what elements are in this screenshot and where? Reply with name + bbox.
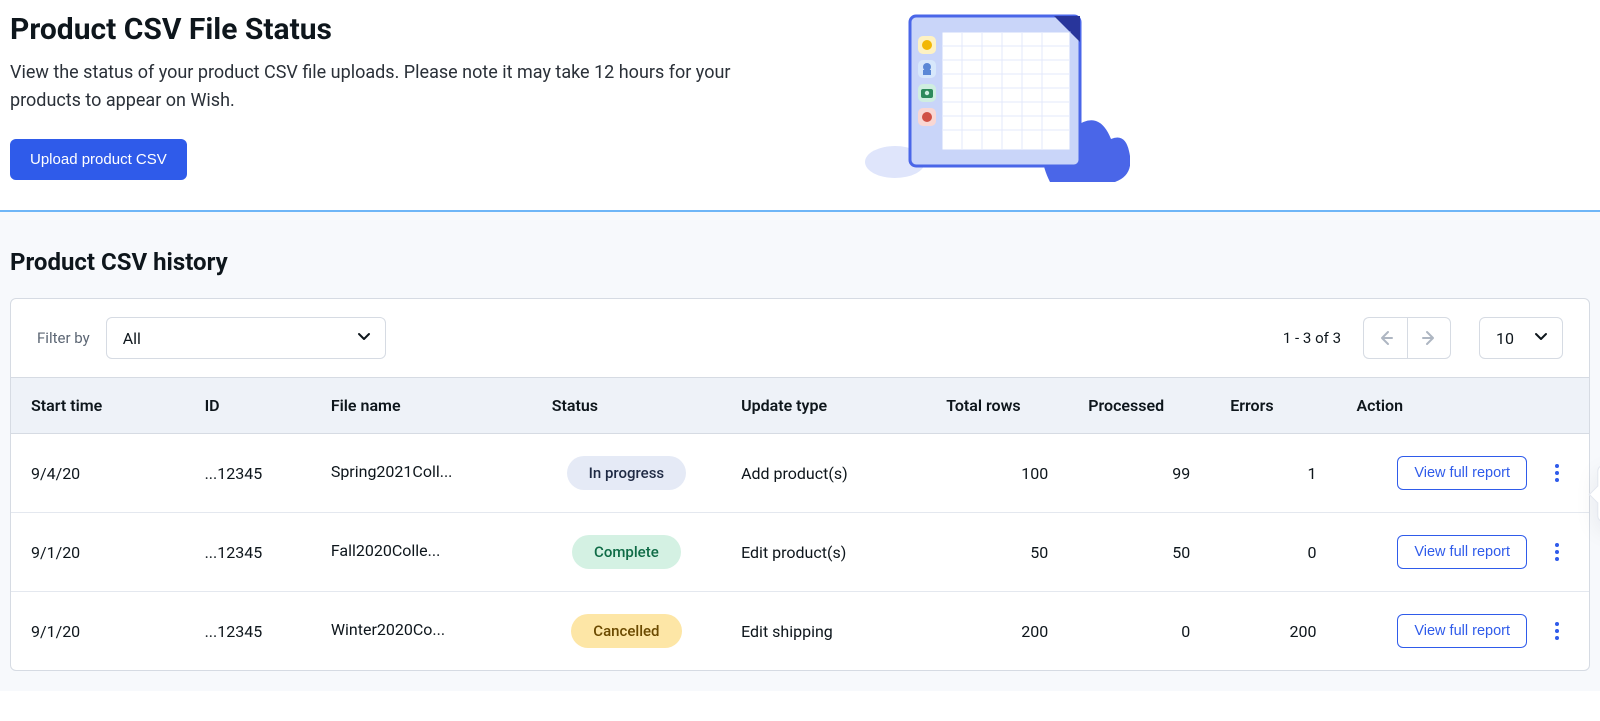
cell-action: View full report [1336,434,1589,513]
cell-id: ...12345 [185,513,311,592]
table-row: 9/1/20...12345Winter2020Co... Cancelled Ed… [11,592,1589,671]
cell-processed: 0 [1068,592,1210,671]
history-title: Product CSV history [10,248,1590,276]
kebab-icon [1555,550,1559,554]
status-badge: Complete [572,535,681,569]
status-badge: In progress [567,456,687,490]
cell-status: Complete [532,513,721,592]
cell-file-name: Winter2020Co... [311,592,532,671]
col-file-name: File name [311,378,532,434]
history-section: Product CSV history Filter by All 1 - 3 … [0,212,1600,691]
status-badge: Cancelled [571,614,681,648]
view-full-report-button[interactable]: View full report [1397,456,1527,490]
filter-by-value: All [123,329,141,348]
cell-update-type: Edit product(s) [721,513,926,592]
cell-start-time: 9/4/20 [11,434,185,513]
col-errors: Errors [1210,378,1336,434]
hero-left: Product CSV File Status View the status … [10,12,810,180]
kebab-icon [1555,471,1559,475]
chevron-down-icon [357,329,371,348]
col-start-time: Start time [11,378,185,434]
cell-total-rows: 100 [926,434,1068,513]
cell-id: ...12345 [185,434,311,513]
cell-errors: 1 [1210,434,1336,513]
history-card: Filter by All 1 - 3 of 3 10 [10,298,1590,671]
upload-product-csv-button[interactable]: Upload product CSV [10,139,187,180]
spreadsheet-illustration [850,12,1130,182]
cell-update-type: Edit shipping [721,592,926,671]
cell-id: ...12345 [185,592,311,671]
page-size-value: 10 [1496,329,1514,348]
page-size-select[interactable]: 10 [1479,317,1563,359]
col-id: ID [185,378,311,434]
hero: Product CSV File Status View the status … [0,0,1600,212]
next-page-button[interactable] [1407,317,1451,359]
col-update-type: Update type [721,378,926,434]
view-full-report-button[interactable]: View full report [1397,535,1527,569]
cell-file-name: Spring2021Coll... [311,434,532,513]
history-table: Start time ID File name Status Update ty… [11,377,1589,670]
cell-status: Cancelled [532,592,721,671]
col-total-rows: Total rows [926,378,1068,434]
row-more-actions-button[interactable] [1545,536,1569,568]
table-row: 9/1/20...12345Fall2020Colle... Complete Ed… [11,513,1589,592]
row-more-actions-button[interactable] [1545,615,1569,647]
col-processed: Processed [1068,378,1210,434]
col-status: Status [532,378,721,434]
cell-processed: 50 [1068,513,1210,592]
view-full-report-button[interactable]: View full report [1397,614,1527,648]
cell-file-name: Fall2020Colle... [311,513,532,592]
cell-start-time: 9/1/20 [11,592,185,671]
arrow-right-icon [1420,329,1438,347]
page-description: View the status of your product CSV file… [10,59,770,115]
history-toolbar: Filter by All 1 - 3 of 3 10 [11,299,1589,377]
table-header-row: Start time ID File name Status Update ty… [11,378,1589,434]
cell-start-time: 9/1/20 [11,513,185,592]
cell-processed: 99 [1068,434,1210,513]
cell-status: In progress [532,434,721,513]
row-more-actions-button[interactable] [1545,457,1569,489]
cell-update-type: Add product(s) [721,434,926,513]
cell-errors: 0 [1210,513,1336,592]
arrow-left-icon [1377,329,1395,347]
filter-by-label: Filter by [37,329,90,347]
kebab-icon [1555,629,1559,633]
chevron-down-icon [1534,329,1548,348]
cell-action: View full report [1336,592,1589,671]
page-title: Product CSV File Status [10,12,810,47]
col-action: Action [1336,378,1589,434]
table-row: 9/4/20...12345Spring2021Coll... In progre… [11,434,1589,513]
cell-errors: 200 [1210,592,1336,671]
cell-total-rows: 50 [926,513,1068,592]
filter-by-select[interactable]: All [106,317,386,359]
pagination-info: 1 - 3 of 3 [1283,329,1341,347]
prev-page-button[interactable] [1363,317,1407,359]
cell-action: View full report [1336,513,1589,592]
cell-total-rows: 200 [926,592,1068,671]
